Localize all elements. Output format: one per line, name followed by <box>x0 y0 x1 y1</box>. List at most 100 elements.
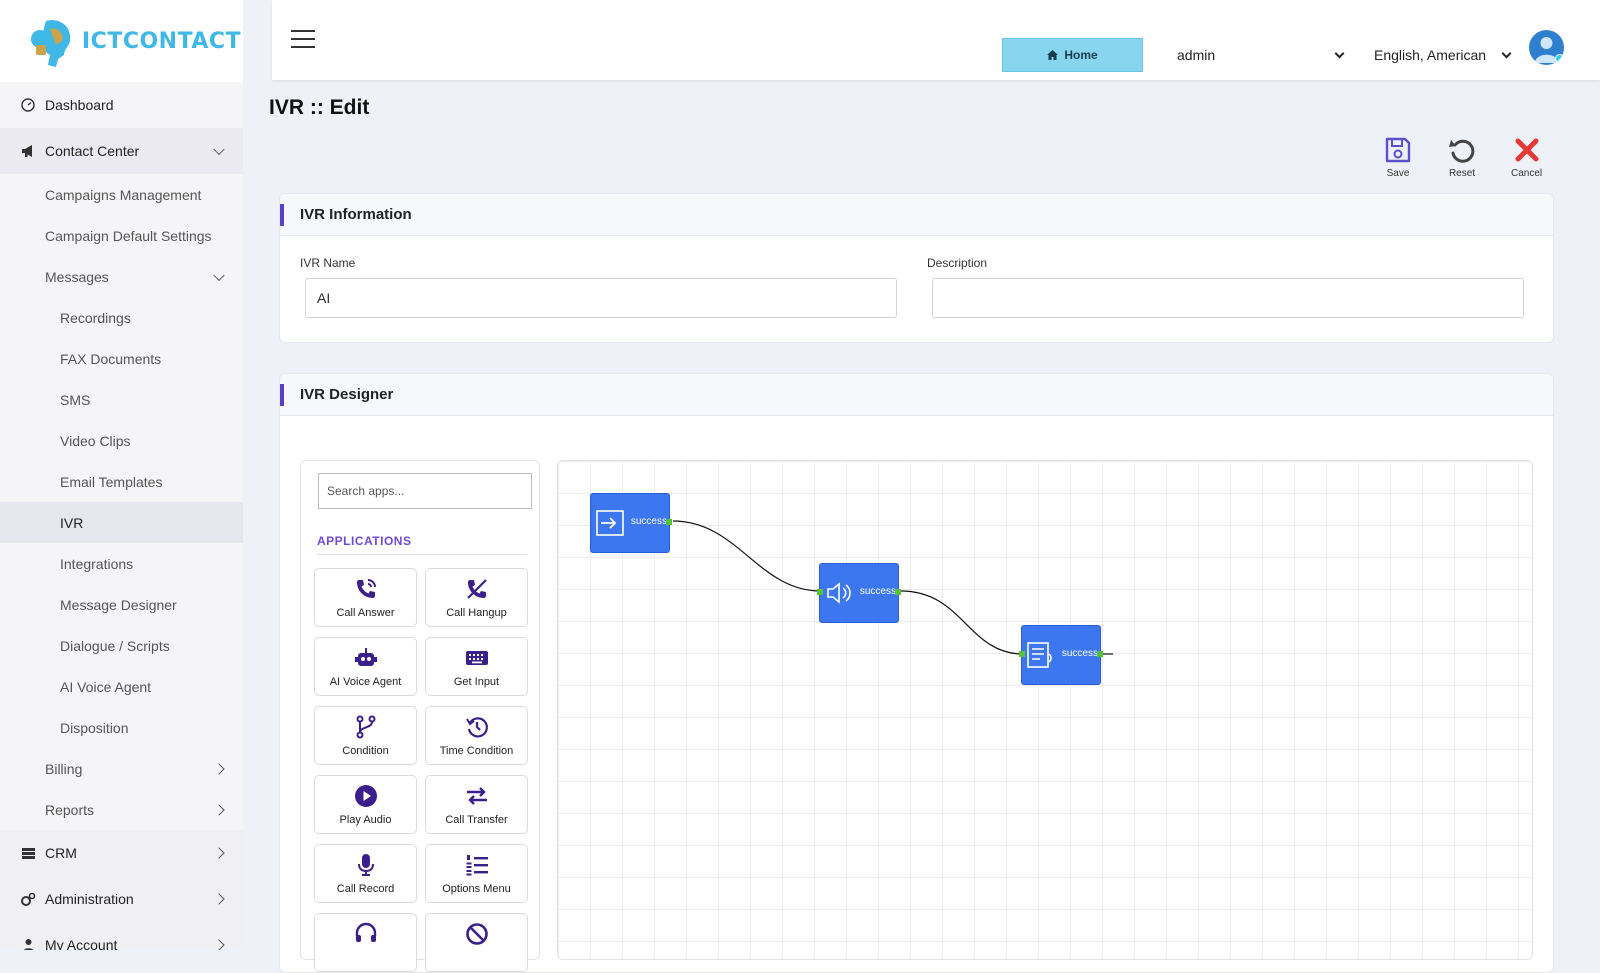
menu-list-icon <box>1027 642 1052 668</box>
description-input[interactable] <box>932 278 1524 318</box>
app-label: Get Input <box>453 676 500 688</box>
sidebar-item-label: Messages <box>45 268 109 285</box>
search-apps-input[interactable]: Search apps... <box>318 473 532 509</box>
ivr-designer-canvas[interactable]: success success success <box>557 460 1533 960</box>
sidebar-item-label: Campaign Default Settings <box>45 227 212 244</box>
hamburger-menu-icon[interactable] <box>291 30 315 50</box>
transfer-arrows-icon <box>466 787 487 805</box>
phone-answer-icon <box>356 579 376 598</box>
node-output-port[interactable] <box>1097 651 1103 657</box>
sidebar-item-my-account[interactable]: My Account <box>0 922 243 950</box>
floppy-disk-icon <box>1385 137 1411 163</box>
node-output-port[interactable] <box>895 589 901 595</box>
sidebar-item-sms[interactable]: SMS <box>0 379 243 420</box>
reset-button[interactable]: Reset <box>1448 136 1476 179</box>
sidebar-item-contact-center[interactable]: Contact Center <box>0 128 243 174</box>
sidebar-item-campaigns-management[interactable]: Campaigns Management <box>0 174 243 215</box>
app-call-answer[interactable]: Call Answer <box>314 568 417 627</box>
app-ai-voice-agent[interactable]: AI Voice Agent <box>314 637 417 696</box>
sidebar-item-campaign-default-settings[interactable]: Campaign Default Settings <box>0 215 243 256</box>
chevron-down-icon <box>1334 48 1345 59</box>
sidebar-item-dashboard[interactable]: Dashboard <box>0 82 243 128</box>
start-icon <box>596 510 624 536</box>
language-select-value: English, American <box>1374 47 1487 63</box>
node-input-port[interactable] <box>1019 651 1025 657</box>
app-label: Condition <box>342 745 389 757</box>
cancel-button[interactable]: Cancel <box>1511 136 1542 179</box>
sidebar-item-dialogue-scripts[interactable]: Dialogue / Scripts <box>0 625 243 666</box>
sidebar-item-message-designer[interactable]: Message Designer <box>0 584 243 625</box>
avatar[interactable] <box>1529 30 1564 65</box>
app-call-hangup[interactable]: Call Hangup <box>425 568 528 627</box>
home-button[interactable]: Home <box>1002 38 1143 72</box>
chevron-right-icon <box>213 939 225 950</box>
cancel-label: Cancel <box>1511 168 1543 179</box>
sidebar-item-disposition[interactable]: Disposition <box>0 707 243 748</box>
sidebar-item-messages[interactable]: Messages <box>0 256 243 297</box>
chevron-right-icon <box>213 893 225 905</box>
app-label: Call Hangup <box>446 607 507 619</box>
sidebar-item-label: Dialogue / Scripts <box>60 637 170 654</box>
app-time-condition[interactable]: Time Condition <box>425 706 528 765</box>
app-get-input[interactable]: Get Input <box>425 637 528 696</box>
user-select-value: admin <box>1177 47 1216 63</box>
sidebar-item-billing[interactable]: Billing <box>0 748 243 789</box>
home-icon <box>1047 50 1059 60</box>
sidebar-item-label: FAX Documents <box>60 350 162 367</box>
applications-panel: Search apps... APPLICATIONS Call Answer … <box>300 460 540 972</box>
node-output-label: success <box>630 516 667 527</box>
sidebar-nav: Dashboard Contact Center Campaigns Manag… <box>0 82 243 950</box>
app-condition[interactable]: Condition <box>314 706 417 765</box>
sidebar-item-ivr[interactable]: IVR <box>0 502 243 543</box>
sidebar-item-crm[interactable]: CRM <box>0 830 243 876</box>
sidebar-item-label: AI Voice Agent <box>60 678 152 695</box>
sidebar-item-label: Administration <box>45 891 134 907</box>
sidebar-item-label: IVR <box>60 514 84 531</box>
ivr-node-options-menu[interactable]: success <box>1019 625 1103 685</box>
sidebar-item-administration[interactable]: Administration <box>0 876 243 922</box>
divider <box>317 554 527 555</box>
sidebar-item-video-clips[interactable]: Video Clips <box>0 420 243 461</box>
ivr-node-start[interactable]: success <box>590 493 672 553</box>
app-call-record[interactable]: Call Record <box>314 844 417 903</box>
app-call-transfer[interactable]: Call Transfer <box>425 775 528 834</box>
node-output-label: success <box>1061 648 1098 659</box>
home-button-label: Home <box>1064 48 1098 62</box>
sidebar-item-label: Dashboard <box>45 97 114 113</box>
database-icon <box>20 845 36 861</box>
language-select[interactable]: English, American <box>1374 38 1514 72</box>
logo[interactable]: ICTCONTACT <box>0 0 243 82</box>
chevron-down-icon <box>213 269 225 281</box>
sidebar-item-label: CRM <box>45 845 77 861</box>
sidebar-item-label: SMS <box>60 391 91 408</box>
sidebar-item-ai-voice-agent[interactable]: AI Voice Agent <box>0 666 243 707</box>
app-tile-partial[interactable] <box>425 913 528 972</box>
app-label: Call Record <box>336 883 395 895</box>
sidebar-item-email-templates[interactable]: Email Templates <box>0 461 243 502</box>
sidebar-item-label: Reports <box>45 801 95 818</box>
app-options-menu[interactable]: Options Menu <box>425 844 528 903</box>
sidebar-item-integrations[interactable]: Integrations <box>0 543 243 584</box>
sidebar-item-recordings[interactable]: Recordings <box>0 297 243 338</box>
chevron-down-icon <box>213 143 225 156</box>
node-input-port[interactable] <box>817 589 823 595</box>
page-title: IVR :: Edit <box>269 96 370 119</box>
node-output-port[interactable] <box>666 519 672 525</box>
ivr-information-card: IVR Information <box>279 193 1554 343</box>
applications-heading: APPLICATIONS <box>317 534 412 548</box>
sidebar-item-fax-documents[interactable]: FAX Documents <box>0 338 243 379</box>
user-select[interactable]: admin <box>1177 38 1347 72</box>
sidebar-item-label: Billing <box>45 760 83 777</box>
node-output-label: success <box>859 586 896 597</box>
sidebar-item-reports[interactable]: Reports <box>0 789 243 830</box>
app-tile-partial[interactable] <box>314 913 417 972</box>
ivr-information-heading: IVR Information <box>280 194 1553 236</box>
save-button[interactable]: Save <box>1384 136 1412 179</box>
sidebar-item-label: Disposition <box>60 719 129 736</box>
ivr-node-play-audio[interactable]: success <box>817 563 901 623</box>
clock-history-icon <box>465 717 488 738</box>
sidebar-item-label: Contact Center <box>45 143 140 159</box>
app-play-audio[interactable]: Play Audio <box>314 775 417 834</box>
ivr-name-input[interactable]: AI <box>305 278 897 318</box>
keyboard-icon <box>465 651 488 665</box>
